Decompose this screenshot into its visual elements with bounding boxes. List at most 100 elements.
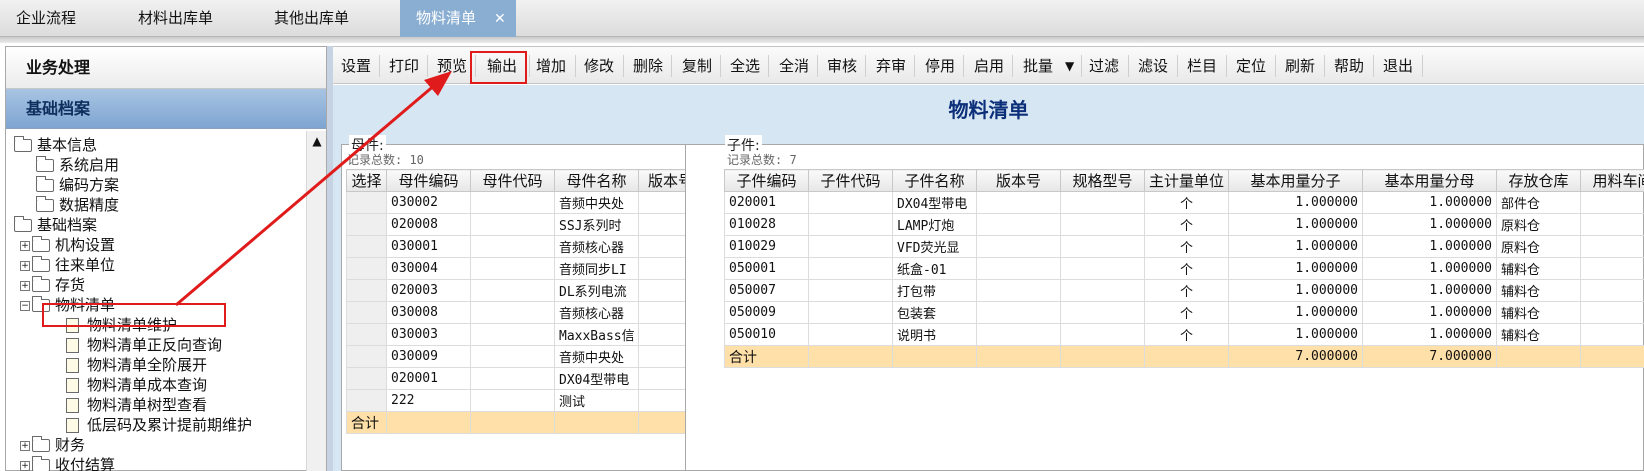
row-select-cell[interactable] <box>346 213 387 236</box>
table-cell[interactable] <box>470 345 555 368</box>
tree-scrollbar[interactable]: ▲ <box>306 131 326 471</box>
table-cell[interactable]: 辅料仓 <box>1496 301 1581 324</box>
table-cell[interactable] <box>1060 213 1145 236</box>
table-cell[interactable]: SSJ系列时 <box>554 213 639 236</box>
table-cell[interactable]: 030008 <box>386 301 471 324</box>
table-cell[interactable]: 1.000000 <box>1362 279 1497 302</box>
table-cell[interactable] <box>470 235 555 258</box>
table-cell[interactable] <box>976 323 1061 346</box>
deselect-all-button[interactable]: 全消 <box>779 55 809 77</box>
tree-node-system-enable[interactable]: 系统启用 <box>36 155 119 175</box>
delete-button[interactable]: 删除 <box>633 55 663 77</box>
table-cell[interactable] <box>470 367 555 390</box>
table-cell[interactable]: 030002 <box>386 191 471 214</box>
table-row[interactable]: 030009 音频中央处 <box>346 345 703 368</box>
table-cell[interactable]: 包装套 <box>892 301 977 324</box>
column-header[interactable]: 母件代码 <box>470 169 555 192</box>
table-cell[interactable] <box>976 235 1061 258</box>
preview-button[interactable]: 预览 <box>437 55 467 77</box>
table-cell[interactable]: 音频中央处 <box>554 345 639 368</box>
tree-node-basic-info[interactable]: 基本信息 <box>14 135 97 155</box>
print-button[interactable]: 打印 <box>389 55 419 77</box>
tree-node-inventory[interactable]: + 存货 <box>20 275 85 295</box>
table-cell[interactable]: 1.000000 <box>1362 235 1497 258</box>
table-cell[interactable]: 020008 <box>386 213 471 236</box>
tree-node-org-settings[interactable]: + 机构设置 <box>20 235 115 255</box>
settings-button[interactable]: 设置 <box>341 55 371 77</box>
tree-node-data-precision[interactable]: 数据精度 <box>36 195 119 215</box>
refresh-button[interactable]: 刷新 <box>1285 55 1315 77</box>
table-cell[interactable] <box>808 323 893 346</box>
table-cell[interactable]: VFD荧光显 <box>892 235 977 258</box>
table-row[interactable]: 010028 LAMP灯炮个 1.000000 1.000000 原料仓 <box>724 213 1644 236</box>
table-row[interactable]: 050009 包装套个 1.000000 1.000000 辅料仓 <box>724 301 1644 324</box>
table-cell[interactable] <box>1580 235 1644 258</box>
table-cell[interactable]: 1.000000 <box>1228 279 1363 302</box>
expand-icon[interactable]: + <box>20 240 30 251</box>
table-cell[interactable] <box>976 257 1061 280</box>
table-cell[interactable]: 音频同步LI <box>554 257 639 280</box>
scroll-up-icon[interactable]: ▲ <box>307 131 327 151</box>
table-cell[interactable]: 1.000000 <box>1362 257 1497 280</box>
close-icon[interactable]: ✕ <box>494 11 506 27</box>
table-cell[interactable] <box>1060 301 1145 324</box>
table-cell[interactable]: 050009 <box>724 301 809 324</box>
table-cell[interactable]: 1.000000 <box>1228 235 1363 258</box>
table-cell[interactable]: 222 <box>386 389 471 412</box>
column-header[interactable]: 存放仓库 <box>1496 169 1581 192</box>
table-cell[interactable] <box>1060 235 1145 258</box>
tree-node-bom-query[interactable]: 物料清单正反向查询 <box>66 335 222 355</box>
table-cell[interactable]: 030009 <box>386 345 471 368</box>
table-cell[interactable]: 音频核心器 <box>554 301 639 324</box>
select-all-button[interactable]: 全选 <box>730 55 760 77</box>
table-cell[interactable]: 050010 <box>724 323 809 346</box>
help-button[interactable]: 帮助 <box>1334 55 1364 77</box>
tab-bom[interactable]: 物料清单 ✕ <box>400 0 516 37</box>
table-cell[interactable]: MaxxBass信 <box>554 323 639 346</box>
sidebar-section-basic-archives[interactable]: 基础档案 <box>6 89 326 129</box>
table-cell[interactable]: 1.000000 <box>1362 213 1497 236</box>
table-cell[interactable] <box>470 257 555 280</box>
table-cell[interactable] <box>1580 213 1644 236</box>
batch-dropdown-icon[interactable]: ▼ <box>1065 55 1074 77</box>
table-cell[interactable]: 原料仓 <box>1496 213 1581 236</box>
table-cell[interactable] <box>470 323 555 346</box>
table-cell[interactable]: LAMP灯炮 <box>892 213 977 236</box>
table-cell[interactable] <box>976 191 1061 214</box>
table-cell[interactable]: 辅料仓 <box>1496 323 1581 346</box>
table-cell[interactable] <box>976 301 1061 324</box>
copy-button[interactable]: 复制 <box>682 55 712 77</box>
table-row[interactable]: 030001 音频核心器 <box>346 235 703 258</box>
add-button[interactable]: 增加 <box>536 55 566 77</box>
table-cell[interactable]: 打包带 <box>892 279 977 302</box>
edit-button[interactable]: 修改 <box>584 55 614 77</box>
expand-icon[interactable]: + <box>20 280 30 291</box>
column-header[interactable]: 用料车间 <box>1580 169 1644 192</box>
table-row[interactable]: 030002 音频中央处 <box>346 191 703 214</box>
tab-enterprise-flow[interactable]: 企业流程 <box>0 0 76 37</box>
table-cell[interactable]: 个 <box>1144 257 1229 280</box>
column-header[interactable]: 主计量单位 <box>1144 169 1229 192</box>
tab-material-outbound[interactable]: 材料出库单 <box>122 0 213 37</box>
table-row[interactable]: 020003 DL系列电流 <box>346 279 703 302</box>
table-cell[interactable]: 1.000000 <box>1362 301 1497 324</box>
table-cell[interactable]: 020001 <box>724 191 809 214</box>
table-row[interactable]: 222 测试 <box>346 389 703 412</box>
table-cell[interactable] <box>1580 191 1644 214</box>
filter-settings-button[interactable]: 滤设 <box>1138 55 1168 77</box>
row-select-cell[interactable] <box>346 301 387 324</box>
unapprove-button[interactable]: 弃审 <box>876 55 906 77</box>
table-cell[interactable] <box>1580 301 1644 324</box>
tree-node-bom-tree-view[interactable]: 物料清单树型查看 <box>66 395 207 415</box>
tree-node-bom-cost[interactable]: 物料清单成本查询 <box>66 375 207 395</box>
table-cell[interactable]: 1.000000 <box>1362 191 1497 214</box>
tree-node-partners[interactable]: + 往来单位 <box>20 255 115 275</box>
table-cell[interactable]: 辅料仓 <box>1496 257 1581 280</box>
table-cell[interactable]: 010029 <box>724 235 809 258</box>
table-cell[interactable]: 1.000000 <box>1228 213 1363 236</box>
tree-node-finance[interactable]: + 财务 <box>20 435 85 455</box>
table-row[interactable]: 050001 纸盒-01 个 1.000000 1.000000 辅料仓 <box>724 257 1644 280</box>
tree-node-payments[interactable]: + 收付结算 <box>20 455 115 471</box>
table-cell[interactable] <box>808 279 893 302</box>
table-row[interactable]: 050010 说明书个 1.000000 1.000000 辅料仓 <box>724 323 1644 346</box>
